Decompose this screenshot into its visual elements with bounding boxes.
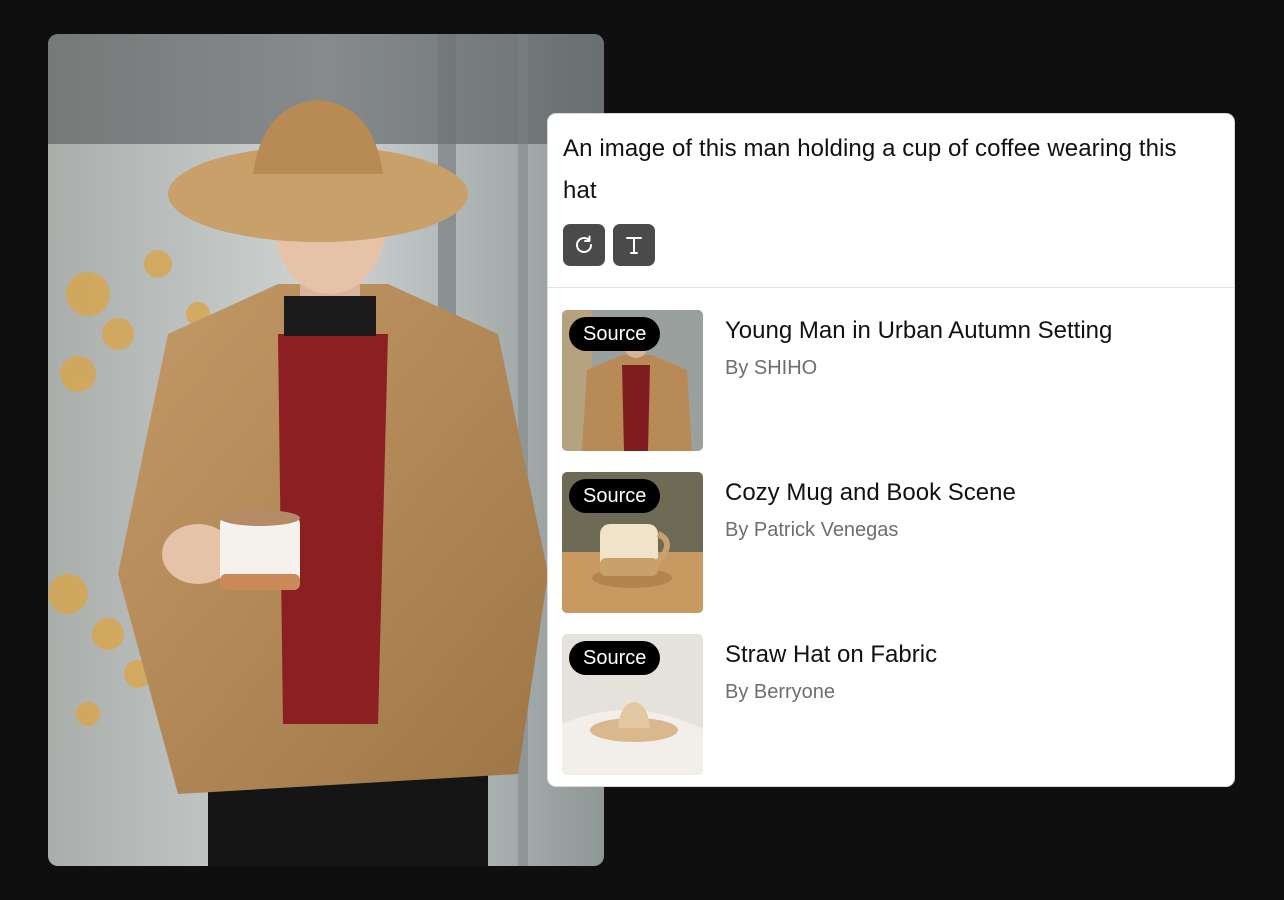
source-title[interactable]: Straw Hat on Fabric [725,640,937,670]
source-thumbnail[interactable]: Source [562,472,703,613]
source-thumbnail[interactable]: Source [562,634,703,775]
generation-card: An image of this man holding a cup of co… [547,113,1235,787]
man-with-coffee-illustration [48,34,604,866]
source-author: By SHIHO [725,357,818,379]
stage: An image of this man holding a cup of co… [0,0,1284,900]
text-icon [626,237,642,254]
source-item[interactable]: Source Young Man in Urban Autumn Setting… [562,310,1234,451]
generated-image[interactable] [48,34,604,866]
source-thumbnail[interactable]: Source [562,310,703,451]
regenerate-button[interactable] [563,224,605,266]
source-author: By Berryone [725,681,836,703]
source-badge[interactable]: Source [569,641,661,675]
source-author: By Patrick Venegas [725,519,899,541]
source-list: Source Young Man in Urban Autumn Setting… [548,288,1234,775]
prompt-section: An image of this man holding a cup of co… [548,114,1234,288]
source-title[interactable]: Cozy Mug and Book Scene [725,478,1016,508]
source-badge[interactable]: Source [569,479,661,513]
source-badge[interactable]: Source [569,317,661,351]
source-item[interactable]: Source Cozy Mug and Book Scene By Patric… [562,472,1234,613]
source-meta: Cozy Mug and Book Scene By Patrick Veneg… [725,472,1016,542]
prompt-actions [563,224,1214,266]
source-item[interactable]: Source Straw Hat on Fabric By Berryone [562,634,1234,775]
refresh-icon [576,235,592,253]
prompt-text: An image of this man holding a cup of co… [563,135,1177,204]
edit-text-button[interactable] [613,224,655,266]
source-title[interactable]: Young Man in Urban Autumn Setting [725,316,1112,346]
source-meta: Young Man in Urban Autumn Setting By SHI… [725,310,1112,380]
source-meta: Straw Hat on Fabric By Berryone [725,634,937,704]
